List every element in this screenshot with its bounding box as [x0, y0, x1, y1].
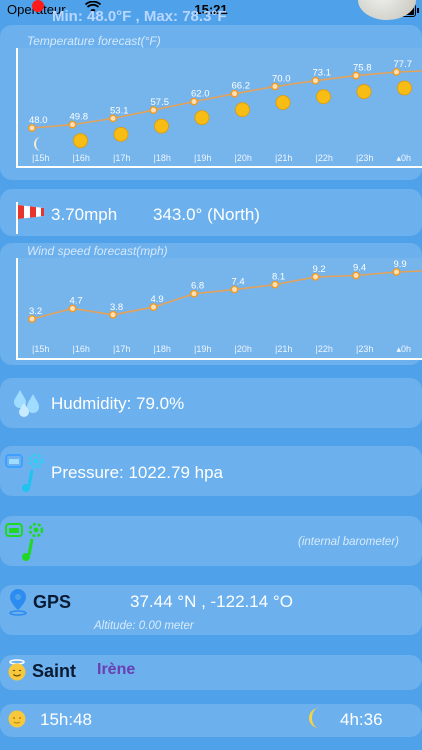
series-line	[31, 270, 422, 320]
pressure-value: Pressure: 1022.79 hpa	[51, 463, 224, 482]
data-label: 66.2	[232, 81, 251, 92]
moonrise-time: 4h:36	[340, 710, 383, 729]
data-label: 7.4	[232, 277, 245, 288]
data-label: 3.2	[29, 306, 42, 317]
temperature-chart-title: Temperature forecast(°F)	[27, 34, 161, 48]
wind-chart-title: Wind speed forecast(mph)	[27, 244, 168, 258]
hour-tick-label: |23h	[356, 153, 373, 163]
data-label: 4.7	[70, 295, 83, 306]
hour-tick-label: |21h	[275, 153, 292, 163]
wind-speed: 3.70mph	[51, 205, 118, 224]
hour-tick-label: |18h	[154, 153, 171, 163]
data-label: 77.7	[394, 59, 413, 70]
sun-icon	[235, 102, 250, 118]
min-max-temperature: Min: 48.0°F , Max: 78.3°F	[52, 8, 227, 25]
water-drops-icon	[12, 388, 42, 425]
hour-tick-label: |16h	[73, 153, 90, 163]
sun-icon	[356, 84, 372, 99]
hour-tick-label: |21h	[275, 344, 292, 354]
barometer-icon	[5, 452, 47, 499]
sun-icon	[316, 89, 331, 105]
data-label: 4.9	[151, 294, 164, 305]
windsock-icon	[14, 200, 48, 241]
series-line	[31, 70, 422, 129]
hour-tick-label: ▴0h	[397, 344, 412, 354]
hour-tick-label: |22h	[316, 344, 333, 354]
hour-tick-label: |15h	[32, 344, 49, 354]
saint-name: Irène	[97, 661, 136, 678]
moon-icon	[34, 137, 41, 151]
temperature-chart[interactable]: |15h |16h |17h |18h |19h |20h |21h |22h |23h ▴0h 4…	[16, 48, 422, 168]
gps-coordinates: 37.44 °N , -122.14 °O	[130, 592, 293, 611]
sun-icon	[194, 110, 210, 126]
hour-tick-label: |23h	[356, 344, 373, 354]
sunrise-time: 15h:48	[40, 710, 92, 729]
saint-label: Saint	[32, 661, 77, 681]
data-label: 8.1	[272, 272, 285, 283]
location-pin-icon	[8, 588, 28, 621]
hour-tick-label: |17h	[113, 344, 130, 354]
hour-tick-label: |15h	[32, 153, 49, 163]
internal-barometer-note: (internal barometer)	[298, 536, 399, 548]
data-label: 9.4	[353, 263, 366, 274]
sun-icon	[154, 118, 169, 134]
gps-altitude: Altitude: 0.00 meter	[94, 620, 194, 632]
data-label: 3.8	[110, 302, 123, 313]
hour-tick-label: ▴0h	[397, 153, 412, 163]
hour-tick-label: |18h	[154, 344, 171, 354]
data-label: 57.5	[151, 97, 170, 108]
sun-icon	[397, 80, 412, 96]
angel-face-icon	[7, 659, 27, 686]
wind-chart[interactable]: |15h |16h |17h |18h |19h |20h |21h |22h |23h ▴0h 3…	[16, 258, 422, 360]
hour-tick-label: |19h	[194, 153, 211, 163]
alert-dot-icon	[32, 0, 44, 12]
data-label: 6.8	[191, 281, 204, 292]
internal-barometer-icon	[5, 521, 47, 568]
sunrise-face-icon	[7, 709, 27, 734]
data-label: 73.1	[313, 68, 332, 79]
gps-label: GPS	[33, 592, 72, 612]
moon-face-icon	[307, 707, 325, 734]
data-label: 62.0	[191, 89, 210, 100]
hour-tick-label: |17h	[113, 153, 130, 163]
sun-icon	[113, 126, 129, 142]
hour-tick-label: |19h	[194, 344, 211, 354]
hour-tick-label: |20h	[235, 153, 252, 163]
data-label: 75.8	[353, 63, 372, 74]
data-label: 70.0	[272, 74, 291, 85]
humidity-value: Hudmidity: 79.0%	[51, 394, 185, 413]
data-label: 48.0	[29, 115, 48, 126]
hour-tick-label: |22h	[316, 153, 333, 163]
data-label: 9.2	[313, 264, 326, 275]
data-label: 53.1	[110, 105, 129, 116]
sun-icon	[275, 95, 291, 110]
data-label: 49.8	[70, 112, 89, 123]
hour-tick-label: |20h	[235, 344, 252, 354]
hour-tick-label: |16h	[73, 344, 90, 354]
sun-icon	[73, 133, 88, 149]
data-label: 9.9	[394, 259, 407, 270]
wind-direction: 343.0° (North)	[153, 205, 260, 224]
